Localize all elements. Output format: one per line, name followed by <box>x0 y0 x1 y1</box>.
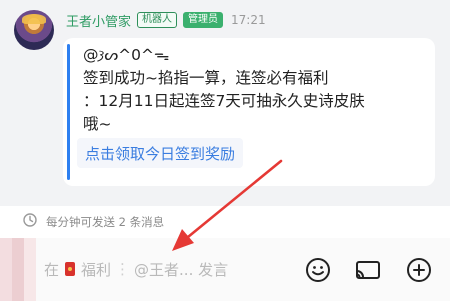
message-line: @𐦯ᔕ^0^ᯓ <box>83 46 170 64</box>
emoji-icon <box>306 258 330 282</box>
admin-badge: 管理员 <box>183 12 224 28</box>
message-text: @𐦯ᔕ^0^ᯓ 签到成功~掐指一算，连签必有福利 ：12月11日起连签7天可抽永… <box>83 44 423 136</box>
timer-icon <box>22 212 38 232</box>
screen-cast-icon <box>356 261 380 279</box>
chat-area: 王者小管家 机器人 管理员 17:21 @𐦯ᔕ^0^ᯓ 签到成功~掐指一算，连签… <box>0 0 450 206</box>
screen-cast-button[interactable] <box>355 257 381 283</box>
quote-bar <box>67 44 70 180</box>
message-timestamp: 17:21 <box>231 13 266 27</box>
message-bubble[interactable]: @𐦯ᔕ^0^ᯓ 签到成功~掐指一算，连签必有福利 ：12月11日起连签7天可抽永… <box>63 38 435 186</box>
sender-row: 王者小管家 机器人 管理员 17:21 <box>66 11 266 30</box>
avatar[interactable] <box>14 10 54 50</box>
placeholder-prefix: 在 <box>44 260 60 279</box>
message-line: 签到成功~掐指一算，连签必有福利 <box>83 69 329 87</box>
plus-icon <box>407 258 431 282</box>
placeholder-suffix: @王者... 发言 <box>134 260 229 279</box>
placeholder-middle: 福利 <box>81 260 112 279</box>
more-button[interactable] <box>406 257 432 283</box>
red-packet-icon <box>65 262 76 276</box>
message-line: ：12月11日起连签7天可抽永久史诗皮肤 <box>83 92 365 110</box>
sender-name[interactable]: 王者小管家 <box>66 11 131 30</box>
message-line: 哦~ <box>83 115 112 133</box>
message-input[interactable]: 在 福利 ⋮ @王者... 发言 <box>44 254 284 284</box>
placeholder-separator: ⋮ <box>115 260 131 278</box>
rate-limit-row: 每分钟可发送 2 条消息 <box>22 213 164 231</box>
emoji-button[interactable] <box>305 257 331 283</box>
input-bar: 在 福利 ⋮ @王者... 发言 <box>0 238 450 301</box>
redacted-avatar <box>0 238 36 301</box>
rate-limit-text: 每分钟可发送 2 条消息 <box>46 215 165 229</box>
claim-reward-link[interactable]: 点击领取今日签到奖励 <box>77 138 244 168</box>
bot-badge: 机器人 <box>137 12 178 28</box>
